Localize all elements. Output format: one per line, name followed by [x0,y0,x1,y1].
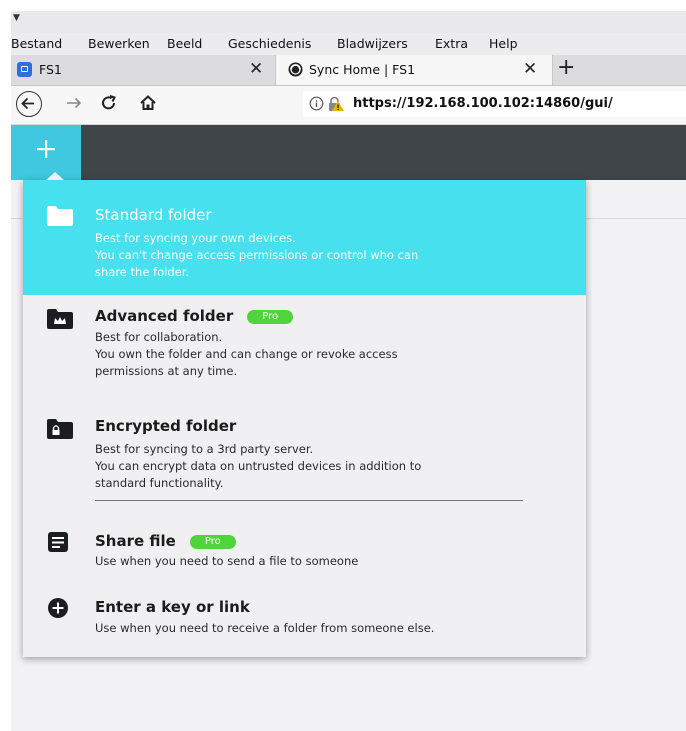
pro-badge: Pro [247,310,294,324]
sync-favicon-icon [288,62,303,77]
lock-folder-icon [47,419,73,443]
reload-icon[interactable] [99,93,119,117]
pro-badge: Pro [189,535,236,549]
item-description: Best for collaboration. You own the fold… [95,330,398,378]
menu-item-standard-folder[interactable]: Standard folder Best for syncing your ow… [23,180,586,295]
app-header [11,125,686,180]
crown-folder-icon [47,309,73,333]
tab-close-icon[interactable]: ✕ [249,59,263,79]
home-icon[interactable] [138,93,158,117]
menu-help[interactable]: Help [489,36,518,51]
item-description: Best for syncing your own devices. You c… [95,231,419,279]
folder-icon [47,206,73,230]
insecure-lock-icon[interactable] [327,96,345,116]
menu-beeld[interactable]: Beeld [167,36,202,51]
menu-item-share-file[interactable]: Share file Pro Use when you need to send … [23,520,586,575]
menu-item-encrypted-folder[interactable]: Encrypted folder Best for syncing to a 3… [23,395,586,490]
info-icon[interactable] [309,96,324,115]
tab-label: Sync Home | FS1 [309,62,416,77]
tab-fs1[interactable]: FS1 ✕ [11,55,275,85]
app-favicon-icon [17,62,32,77]
menu-bladwijzers[interactable]: Bladwijzers [337,36,408,51]
menu-bar: Bestand Bewerken Beeld Geschiedenis Blad… [11,33,686,55]
url-bar[interactable]: https://192.168.100.102:14860/gui/ [303,91,686,117]
item-title: Standard folder [95,206,212,224]
menu-item-enter-key-or-link[interactable]: Enter a key or link Use when you need to… [23,585,586,640]
menu-item-advanced-folder[interactable]: Advanced folder Pro Best for collaboratio… [23,295,586,390]
navigation-bar: https://192.168.100.102:14860/gui/ [11,86,686,125]
plus-circle-icon [47,597,69,623]
back-button[interactable] [16,91,42,117]
menu-geschiedenis[interactable]: Geschiedenis [228,36,311,51]
tab-sync-home[interactable]: Sync Home | FS1 ✕ [275,55,553,85]
item-description: Use when you need to send a file to some… [95,554,359,568]
tab-label: FS1 [39,62,62,77]
url-text: https://192.168.100.102:14860/gui/ [353,96,613,111]
item-description: Best for syncing to a 3rd party server. … [95,442,422,490]
tab-bar: FS1 ✕ Sync Home | FS1 ✕ [11,55,686,86]
browser-window: ▼ Bestand Bewerken Beeld Geschiedenis Bl… [11,11,686,731]
tab-close-icon[interactable]: ✕ [523,59,537,79]
item-description: Use when you need to receive a folder fr… [95,621,435,635]
file-icon [47,532,69,556]
item-title: Advanced folder Pro [95,307,294,325]
forward-button[interactable] [63,92,85,118]
menu-bestand[interactable]: Bestand [11,36,62,51]
title-strip: ▼ [11,11,686,33]
menu-extra[interactable]: Extra [435,36,468,51]
item-title: Enter a key or link [95,598,250,616]
new-tab-icon[interactable]: + [557,57,575,79]
plus-icon [37,140,55,158]
menu-divider [95,500,523,501]
item-title: Encrypted folder [95,417,237,435]
add-menu-dropdown: Standard folder Best for syncing your ow… [23,172,586,657]
item-title: Share file Pro [95,532,236,550]
menu-bewerken[interactable]: Bewerken [88,36,150,51]
window-menu-icon[interactable]: ▼ [13,13,20,23]
